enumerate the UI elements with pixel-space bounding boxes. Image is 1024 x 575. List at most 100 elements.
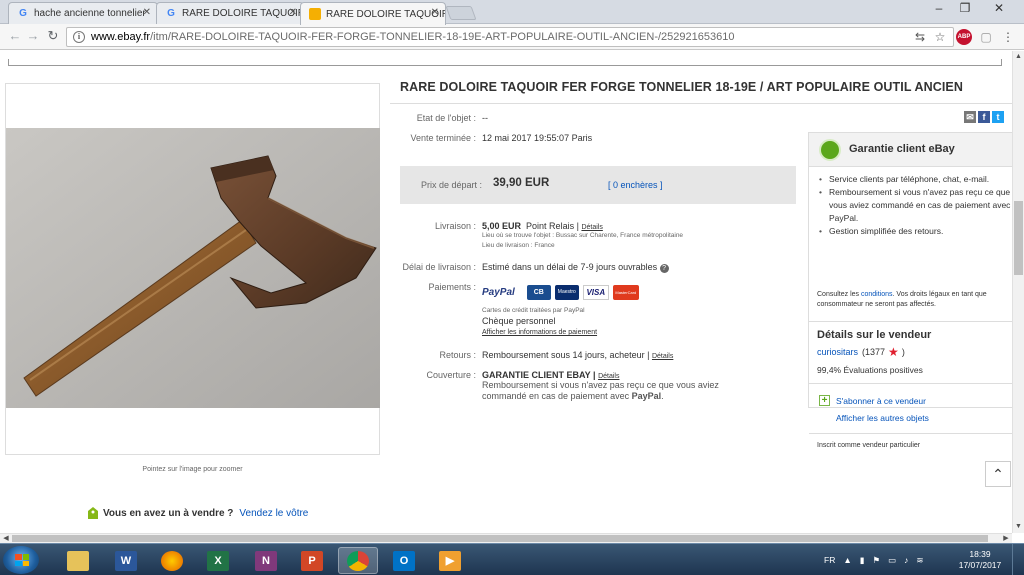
- language-indicator[interactable]: FR: [824, 555, 835, 565]
- list-item: Service clients par téléphone, chat, e-m…: [819, 173, 1012, 186]
- info-icon[interactable]: i: [73, 31, 85, 43]
- page-viewport: Pointez sur l'image pour zoomer Vous en …: [0, 51, 1012, 533]
- vertical-scrollbar[interactable]: ▲ ▼: [1012, 51, 1024, 533]
- divider: [8, 65, 1002, 66]
- delay-label: Délai de livraison :: [402, 262, 476, 272]
- onenote-icon[interactable]: N: [246, 547, 286, 574]
- axe-image: [6, 128, 380, 408]
- menu-icon[interactable]: ⋮: [1000, 29, 1016, 45]
- email-icon[interactable]: ✉: [964, 111, 976, 123]
- coverage-text: Remboursement si vous n'avez pas reçu ce…: [482, 380, 719, 401]
- clock[interactable]: 18:39 17/07/2017: [958, 549, 1002, 571]
- word-icon[interactable]: W: [106, 547, 146, 574]
- show-desktop-button[interactable]: [1012, 544, 1024, 575]
- bids-link[interactable]: [ 0 enchères ]: [608, 180, 663, 190]
- coverage-paypal: PayPal: [631, 391, 662, 401]
- scroll-up-icon[interactable]: ▲: [1013, 51, 1024, 63]
- star-icon: ★: [888, 345, 899, 359]
- horizontal-scrollbar[interactable]: ◀ ▶: [0, 533, 1012, 543]
- chrome-icon[interactable]: [338, 547, 378, 574]
- battery-icon[interactable]: ▭: [888, 555, 896, 566]
- conditions-link[interactable]: conditions: [861, 291, 893, 298]
- returns-details-link[interactable]: Détails: [652, 353, 673, 360]
- firefox-icon[interactable]: [152, 547, 192, 574]
- help-icon[interactable]: ?: [659, 264, 669, 273]
- item-image-frame: [5, 83, 380, 455]
- feedback: 99,4% Évaluations positives: [817, 365, 923, 375]
- returns-value: Remboursement sous 14 jours, acheteur |: [482, 350, 650, 360]
- excel-icon[interactable]: X: [198, 547, 238, 574]
- scroll-thumb[interactable]: [1014, 201, 1023, 275]
- clock-time: 18:39: [969, 549, 991, 559]
- follow-seller[interactable]: + S'abonner à ce vendeur: [819, 395, 926, 406]
- divider: [809, 383, 1012, 384]
- coverage-details-link[interactable]: Détails: [598, 373, 619, 380]
- abp-icon[interactable]: ABP: [956, 29, 972, 45]
- back-to-top-button[interactable]: ⌃: [985, 461, 1011, 487]
- tray-expand-icon[interactable]: ▲: [843, 555, 851, 565]
- seller-info: curiositars (1377 ★ ): [817, 345, 905, 359]
- guarantee-list: Service clients par téléphone, chat, e-m…: [819, 173, 1012, 238]
- network-icon[interactable]: ▮: [860, 555, 865, 566]
- list-item: Gestion simplifiée des retours.: [819, 225, 1012, 238]
- browser-toolbar: ← → ↻ i www.ebay.fr/itm/RARE-DOLOIRE-TAQ…: [0, 24, 1024, 50]
- delivery-details-link[interactable]: Détails: [581, 224, 602, 231]
- tab-rare-doloire-2[interactable]: RARE DOLOIRE TAQUOIR ✕: [300, 2, 446, 25]
- seller-name-link[interactable]: curiositars: [817, 347, 858, 357]
- scroll-down-icon[interactable]: ▼: [1013, 521, 1024, 533]
- ended-row: Vente terminée : 12 mai 2017 19:55:07 Pa…: [390, 133, 592, 143]
- close-window-icon[interactable]: ✕: [978, 0, 1020, 18]
- url-path: /itm/RARE-DOLOIRE-TAQUOIR-FER-FORGE-TONN…: [150, 31, 735, 43]
- wifi-icon[interactable]: ≋: [916, 555, 923, 566]
- google-icon: G: [167, 8, 175, 19]
- close-icon[interactable]: ✕: [431, 7, 439, 18]
- condition-label: Etat de l'objet :: [416, 113, 476, 123]
- divider: [809, 433, 1012, 434]
- address-bar[interactable]: i www.ebay.fr/itm/RARE-DOLOIRE-TAQUOIR-F…: [66, 27, 954, 47]
- powerpoint-icon[interactable]: P: [292, 547, 332, 574]
- seller-score-close: ): [901, 347, 905, 357]
- maestro-logo: Maestro: [554, 284, 579, 300]
- close-icon[interactable]: ✕: [289, 7, 297, 18]
- maximize-icon[interactable]: ❐: [952, 0, 978, 18]
- tab-rare-doloire-1[interactable]: G RARE DOLOIRE TAQUOIR ✕: [156, 2, 304, 24]
- back-arrow-icon[interactable]: ←: [6, 27, 24, 45]
- facebook-icon[interactable]: f: [978, 111, 990, 123]
- coverage-label: Couverture :: [426, 370, 476, 380]
- new-tab-button[interactable]: [445, 6, 477, 20]
- divider: [1001, 59, 1002, 66]
- twitter-icon[interactable]: t: [992, 111, 1004, 123]
- ended-value: 12 mai 2017 19:55:07 Paris: [482, 133, 593, 143]
- media-player-icon[interactable]: ▶: [430, 547, 470, 574]
- forward-arrow-icon[interactable]: →: [24, 27, 42, 45]
- outlook-icon[interactable]: O: [384, 547, 424, 574]
- volume-icon[interactable]: ♪: [904, 555, 908, 565]
- start-button[interactable]: [3, 546, 39, 574]
- minimize-icon[interactable]: –: [926, 0, 952, 18]
- scroll-thumb[interactable]: [12, 535, 988, 542]
- star-icon[interactable]: ☆: [932, 29, 948, 45]
- sell-yours-link[interactable]: Vendez le vôtre: [239, 508, 308, 519]
- mastercard-logo: MasterCard: [612, 284, 639, 300]
- tag-icon: [88, 507, 98, 519]
- item-photo[interactable]: [6, 128, 380, 408]
- flag-icon[interactable]: ⚑: [872, 555, 880, 566]
- cards-note: Cartes de crédit traitées par PayPal: [482, 307, 585, 314]
- delay-value: Estimé dans un délai de 7-9 jours ouvrab…: [482, 262, 669, 273]
- extension-icon[interactable]: ▢: [978, 29, 994, 45]
- seller-score[interactable]: (1377: [862, 347, 885, 357]
- tab-strip: G hache ancienne tonnelier ✕ G RARE DOLO…: [0, 0, 1024, 25]
- reload-icon[interactable]: ↻: [44, 27, 62, 45]
- tab-hache[interactable]: G hache ancienne tonnelier ✕: [8, 2, 158, 24]
- payment-info-link[interactable]: Afficher les informations de paiement: [482, 329, 597, 336]
- coverage-title: GARANTIE CLIENT EBAY |: [482, 370, 596, 380]
- translate-icon[interactable]: ⇆: [912, 29, 928, 45]
- other-items-link[interactable]: Afficher les autres objets: [836, 413, 929, 423]
- ship-to: Lieu de livraison : France: [482, 242, 555, 249]
- tab-label: RARE DOLOIRE TAQUOIR: [182, 8, 304, 19]
- price-value: 39,90 EUR: [493, 177, 550, 189]
- explorer-icon[interactable]: [58, 547, 98, 574]
- url-host: www.ebay.fr: [91, 31, 151, 43]
- close-icon[interactable]: ✕: [143, 7, 151, 18]
- guarantee-panel: Garantie client eBay Service clients par…: [808, 132, 1012, 449]
